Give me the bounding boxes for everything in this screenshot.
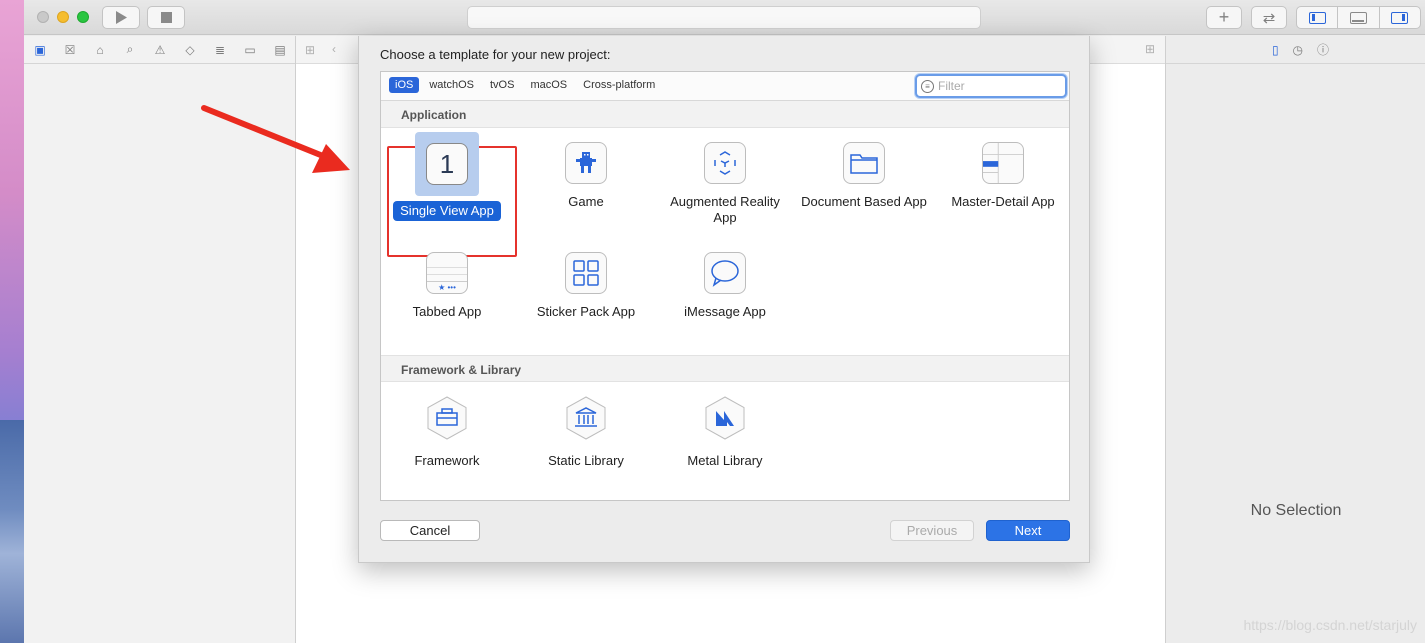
inspector-tabs: ▯ ◷ ⓘ: [1166, 36, 1425, 64]
inspector-panel: ▯ ◷ ⓘ No Selection https://blog.csdn.net…: [1165, 36, 1425, 643]
source-control-icon[interactable]: ☒: [62, 43, 78, 57]
history-icon[interactable]: ◷: [1293, 43, 1303, 57]
template-label: Game: [568, 194, 604, 209]
filter-field[interactable]: ≡: [915, 74, 1067, 98]
debug-icon[interactable]: ≣: [212, 43, 228, 57]
toolbox-icon: [427, 396, 467, 440]
message-bubble-icon: [704, 252, 746, 294]
master-detail-icon: [982, 142, 1024, 184]
template-chooser-sheet: Choose a template for your new project: …: [358, 36, 1090, 563]
template-metal-library[interactable]: Metal Library: [659, 396, 791, 469]
template-label: Metal Library: [687, 453, 763, 468]
desktop-wallpaper: [0, 0, 24, 643]
panel-toggle-group: [1296, 6, 1421, 29]
add-editor-icon[interactable]: ⊞: [1145, 42, 1155, 56]
game-icon: [565, 142, 607, 184]
section-header-framework-library: Framework & Library: [381, 355, 1069, 382]
template-label: Static Library: [548, 453, 624, 468]
tab-ios[interactable]: iOS: [389, 77, 420, 93]
section-header-application: Application: [381, 101, 1069, 128]
sheet-title: Choose a template for your new project:: [380, 47, 611, 62]
tab-bar-icon: ★ •••: [426, 252, 468, 294]
cancel-button[interactable]: Cancel: [380, 520, 480, 541]
close-window-button[interactable]: [37, 11, 49, 23]
test-icon[interactable]: ◇: [182, 43, 198, 57]
navigator-panel: ▣ ☒ ⌂ ⌕ ⚠ ◇ ≣ ▭ ▤: [24, 36, 296, 643]
wallpaper-mountain: [0, 420, 24, 643]
tab-watchos[interactable]: watchOS: [423, 77, 480, 93]
template-tabbed-app[interactable]: ★ ••• Tabbed App: [381, 252, 513, 320]
sticker-grid-icon: [565, 252, 607, 294]
code-review-button[interactable]: ⇄: [1251, 6, 1287, 29]
single-view-icon: 1: [426, 143, 468, 185]
folder-icon[interactable]: ▣: [32, 43, 48, 57]
run-button[interactable]: [102, 6, 140, 29]
ar-cube-icon: [704, 142, 746, 184]
template-imessage-app[interactable]: iMessage App: [659, 252, 791, 320]
play-icon: [116, 11, 127, 24]
minimize-window-button[interactable]: [57, 11, 69, 23]
tab-cross-platform[interactable]: Cross-platform: [577, 77, 661, 93]
back-chevron-icon[interactable]: ‹: [332, 42, 336, 56]
warning-icon[interactable]: ⚠: [152, 43, 168, 57]
template-static-library[interactable]: Static Library: [520, 396, 652, 469]
previous-button[interactable]: Previous: [890, 520, 974, 541]
template-label: Augmented Reality App: [670, 194, 780, 225]
template-master-detail-app[interactable]: Master-Detail App: [937, 142, 1069, 210]
template-framework[interactable]: Framework: [381, 396, 513, 469]
swap-arrows-icon: ⇄: [1262, 9, 1276, 27]
stop-icon: [160, 12, 172, 23]
tab-tvos[interactable]: tvOS: [484, 77, 520, 93]
filter-input[interactable]: [938, 79, 1058, 93]
template-label: iMessage App: [684, 304, 766, 319]
plus-icon: +: [1218, 7, 1230, 27]
bottom-panel-icon: [1349, 11, 1367, 24]
template-sticker-pack-app[interactable]: Sticker Pack App: [520, 252, 652, 320]
activity-view: [467, 6, 981, 29]
template-label: Sticker Pack App: [536, 304, 636, 319]
template-game[interactable]: Game: [520, 142, 652, 210]
toggle-debug-area-button[interactable]: [1338, 7, 1380, 28]
next-button[interactable]: Next: [986, 520, 1070, 541]
framework-templates: Framework Static Library Metal Library: [381, 382, 1069, 498]
watermark: https://blog.csdn.net/starjuly: [1243, 617, 1417, 633]
toggle-inspector-button[interactable]: [1380, 7, 1420, 28]
related-items-icon[interactable]: ⊞: [305, 43, 315, 57]
template-document-based-app[interactable]: Document Based App: [798, 142, 930, 210]
building-icon: [566, 396, 606, 440]
template-single-view-app[interactable]: 1 Single View App: [381, 132, 513, 221]
folder-icon: [843, 142, 885, 184]
file-inspector-icon[interactable]: ▯: [1272, 43, 1279, 57]
help-icon[interactable]: ⓘ: [1317, 41, 1329, 58]
template-chooser: iOS watchOS tvOS macOS Cross-platform ≡ …: [380, 71, 1070, 501]
report-icon[interactable]: ▤: [272, 43, 288, 57]
no-selection-label: No Selection: [1250, 502, 1342, 519]
symbol-icon[interactable]: ⌂: [92, 43, 108, 57]
search-icon[interactable]: ⌕: [122, 42, 138, 57]
application-templates: 1 Single View App Game Augmented Reality…: [381, 128, 1069, 355]
template-label: Single View App: [393, 201, 501, 221]
breakpoint-icon[interactable]: ▭: [242, 43, 258, 57]
zoom-window-button[interactable]: [77, 11, 89, 23]
right-panel-icon: [1391, 11, 1409, 24]
template-label: Framework: [414, 453, 480, 468]
platform-tab-bar: iOS watchOS tvOS macOS Cross-platform ≡: [381, 72, 1069, 101]
template-label: Document Based App: [801, 194, 927, 209]
template-label: Master-Detail App: [951, 194, 1055, 209]
library-button[interactable]: +: [1206, 6, 1242, 29]
template-augmented-reality-app[interactable]: Augmented Reality App: [659, 142, 791, 226]
navigator-tabs: ▣ ☒ ⌂ ⌕ ⚠ ◇ ≣ ▭ ▤: [24, 36, 295, 64]
stop-button[interactable]: [147, 6, 185, 29]
metal-icon: [705, 396, 745, 440]
template-label: Tabbed App: [412, 304, 482, 319]
tab-macos[interactable]: macOS: [524, 77, 573, 93]
filter-icon: ≡: [921, 79, 934, 93]
toggle-navigator-button[interactable]: [1297, 7, 1339, 28]
window-toolbar: + ⇄: [24, 0, 1425, 35]
left-panel-icon: [1308, 11, 1326, 24]
